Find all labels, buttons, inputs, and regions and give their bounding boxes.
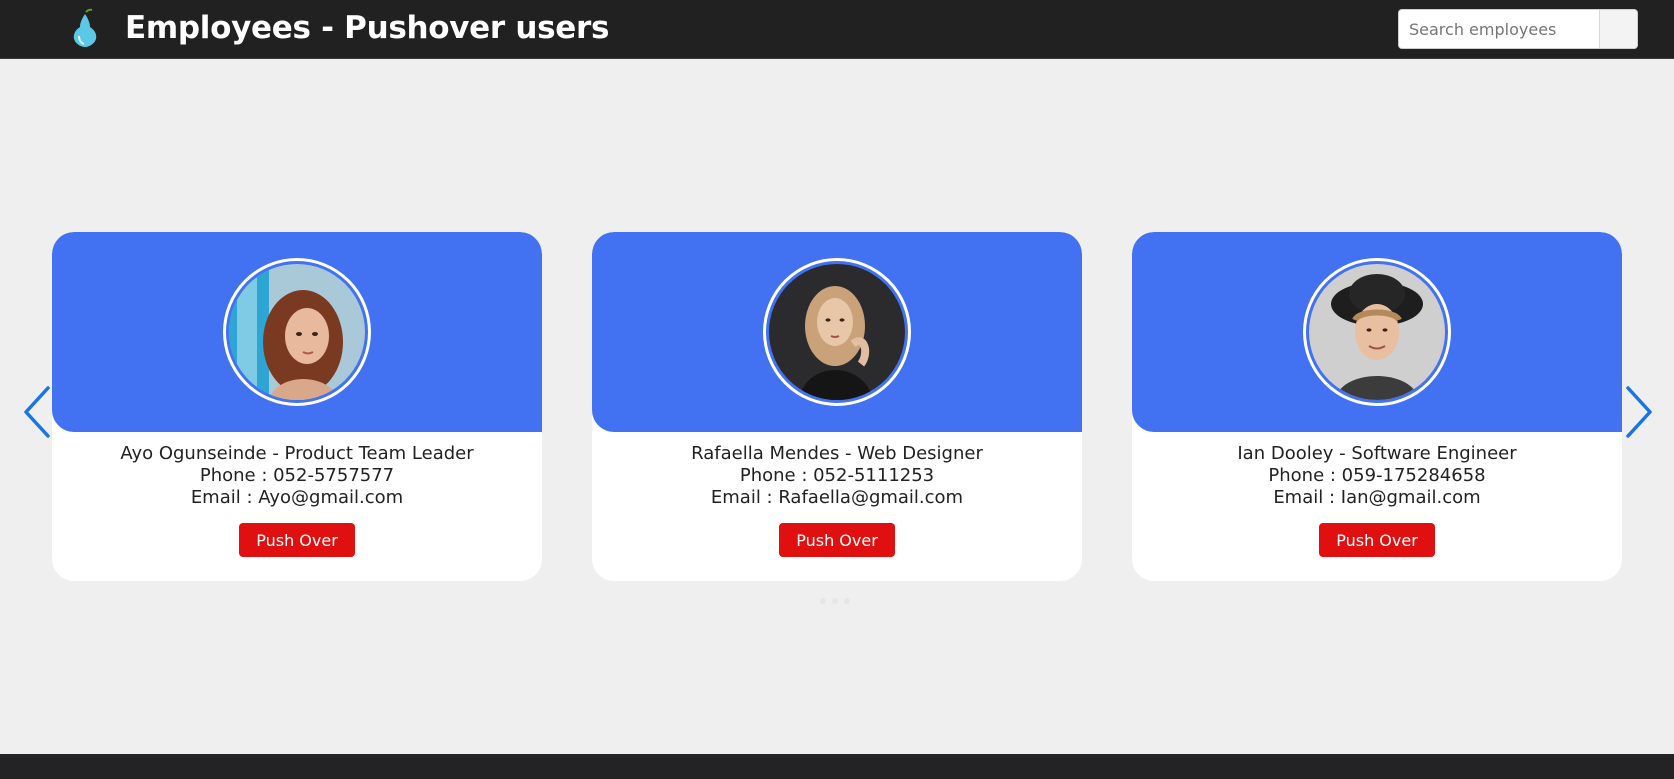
pagination-dot[interactable] <box>844 598 850 604</box>
push-over-button[interactable]: Push Over <box>1319 523 1435 557</box>
employee-email: Email : Ian@gmail.com <box>1273 487 1481 508</box>
push-over-button[interactable]: Push Over <box>239 523 355 557</box>
employee-phone: Phone : 052-5111253 <box>739 465 935 486</box>
search-input[interactable] <box>1399 10 1599 48</box>
employee-name-role: Rafaella Mendes - Web Designer <box>691 443 983 464</box>
employee-phone: Phone : 052-5757577 <box>199 465 395 486</box>
chevron-left-icon[interactable] <box>16 382 56 442</box>
employee-name-role: Ian Dooley - Software Engineer <box>1237 443 1517 464</box>
carousel-pagination <box>820 598 850 604</box>
pear-logo-icon[interactable] <box>70 8 100 48</box>
card-info: Rafaella Mendes - Web Designer Phone : 0… <box>592 443 1082 509</box>
employee-card: Ayo Ogunseinde - Product Team Leader Pho… <box>52 232 542 581</box>
card-header <box>52 232 542 432</box>
top-navbar: Employees - Pushover users <box>0 0 1674 59</box>
search-box <box>1398 9 1638 49</box>
card-header <box>1132 232 1622 432</box>
card-info: Ayo Ogunseinde - Product Team Leader Pho… <box>52 443 542 509</box>
employee-card: Rafaella Mendes - Web Designer Phone : 0… <box>592 232 1082 581</box>
employee-phone: Phone : 059-175284658 <box>1268 465 1486 486</box>
search-button[interactable] <box>1599 10 1637 48</box>
avatar <box>1303 258 1451 406</box>
avatar <box>763 258 911 406</box>
card-info: Ian Dooley - Software Engineer Phone : 0… <box>1132 443 1622 509</box>
page-title: Employees - Pushover users <box>125 10 610 46</box>
pagination-dot[interactable] <box>820 598 826 604</box>
employee-card: Ian Dooley - Software Engineer Phone : 0… <box>1132 232 1622 581</box>
chevron-right-icon[interactable] <box>1620 382 1660 442</box>
employee-email: Email : Rafaella@gmail.com <box>710 487 964 508</box>
employee-name-role: Ayo Ogunseinde - Product Team Leader <box>120 443 474 464</box>
employee-email: Email : Ayo@gmail.com <box>190 487 404 508</box>
card-header <box>592 232 1082 432</box>
pagination-dot[interactable] <box>832 598 838 604</box>
employee-carousel: Ayo Ogunseinde - Product Team Leader Pho… <box>0 60 1674 754</box>
avatar <box>223 258 371 406</box>
footer-bar <box>0 754 1674 779</box>
push-over-button[interactable]: Push Over <box>779 523 895 557</box>
